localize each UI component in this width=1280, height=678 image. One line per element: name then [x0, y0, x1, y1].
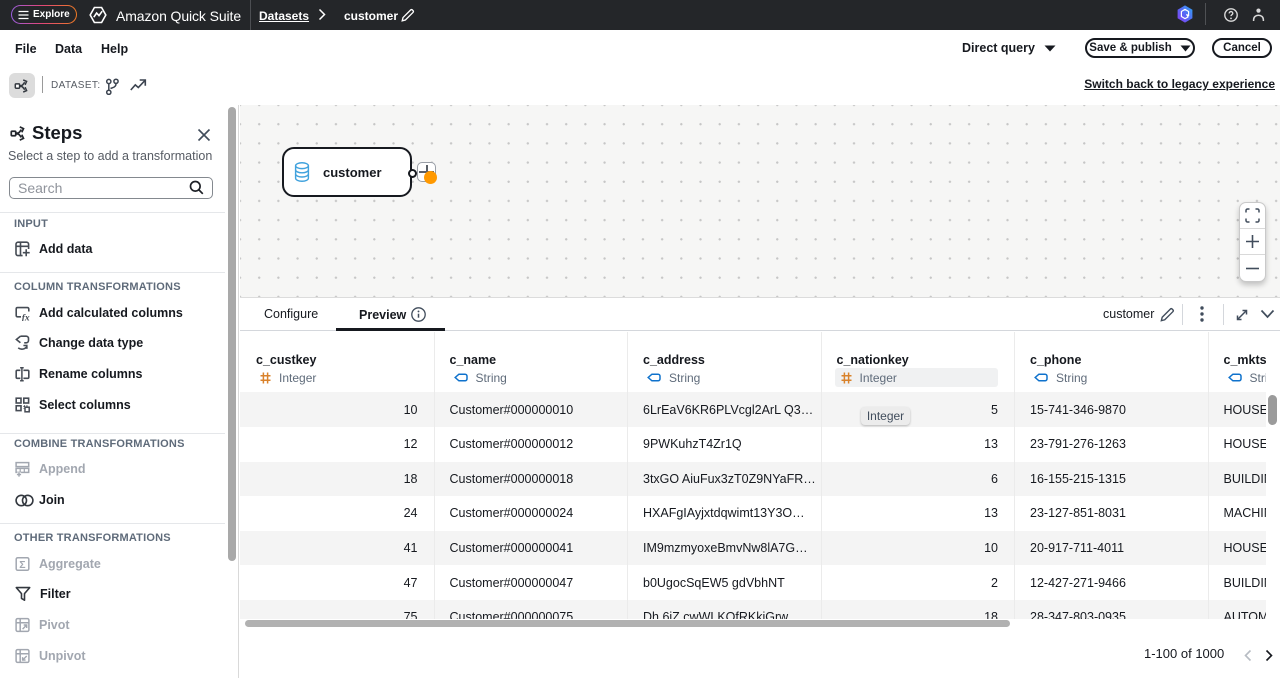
svg-text:Σ: Σ: [19, 558, 25, 570]
svg-text:fx: fx: [22, 313, 30, 321]
